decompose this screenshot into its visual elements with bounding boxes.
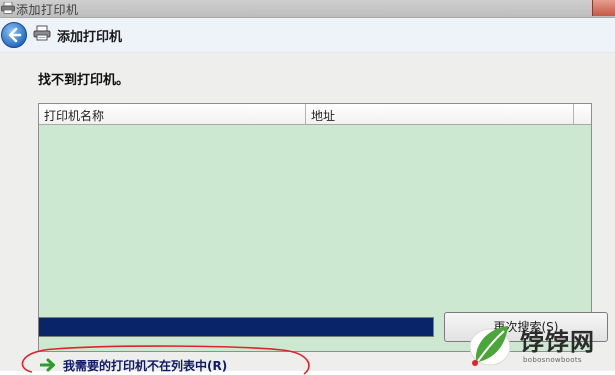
back-arrow-icon — [8, 27, 22, 43]
list-header: 打印机名称 地址 — [39, 104, 591, 125]
close-button[interactable] — [592, 0, 615, 16]
column-label: 地址 — [311, 109, 336, 123]
wizard-title: 添加打印机 — [57, 30, 123, 45]
search-progress-bar — [38, 317, 434, 337]
watermark-site: bobosnowboots — [523, 356, 582, 364]
printer-not-listed-link[interactable]: 我需要的打印机不在列表中(R) — [40, 356, 227, 374]
column-label: 打印机名称 — [44, 109, 105, 123]
wizard-header: 添加打印机 — [0, 18, 615, 53]
site-watermark: 饽饽网 bobosnowboots — [462, 318, 615, 371]
leaf-logo-icon — [469, 326, 511, 366]
progress-fill — [39, 318, 433, 336]
column-filler — [574, 104, 590, 124]
status-message: 找不到打印机。 — [38, 73, 130, 88]
column-printer-name[interactable]: 打印机名称 — [39, 104, 306, 124]
title-bar: 添加打印机 — [0, 0, 615, 18]
window-title: 添加打印机 — [16, 3, 79, 17]
watermark-brand: 饽饽网 — [520, 328, 595, 356]
printer-icon — [1, 2, 15, 14]
back-button[interactable] — [1, 22, 27, 48]
green-arrow-icon — [40, 358, 55, 372]
column-address[interactable]: 地址 — [306, 104, 574, 124]
printer-icon — [33, 25, 51, 41]
